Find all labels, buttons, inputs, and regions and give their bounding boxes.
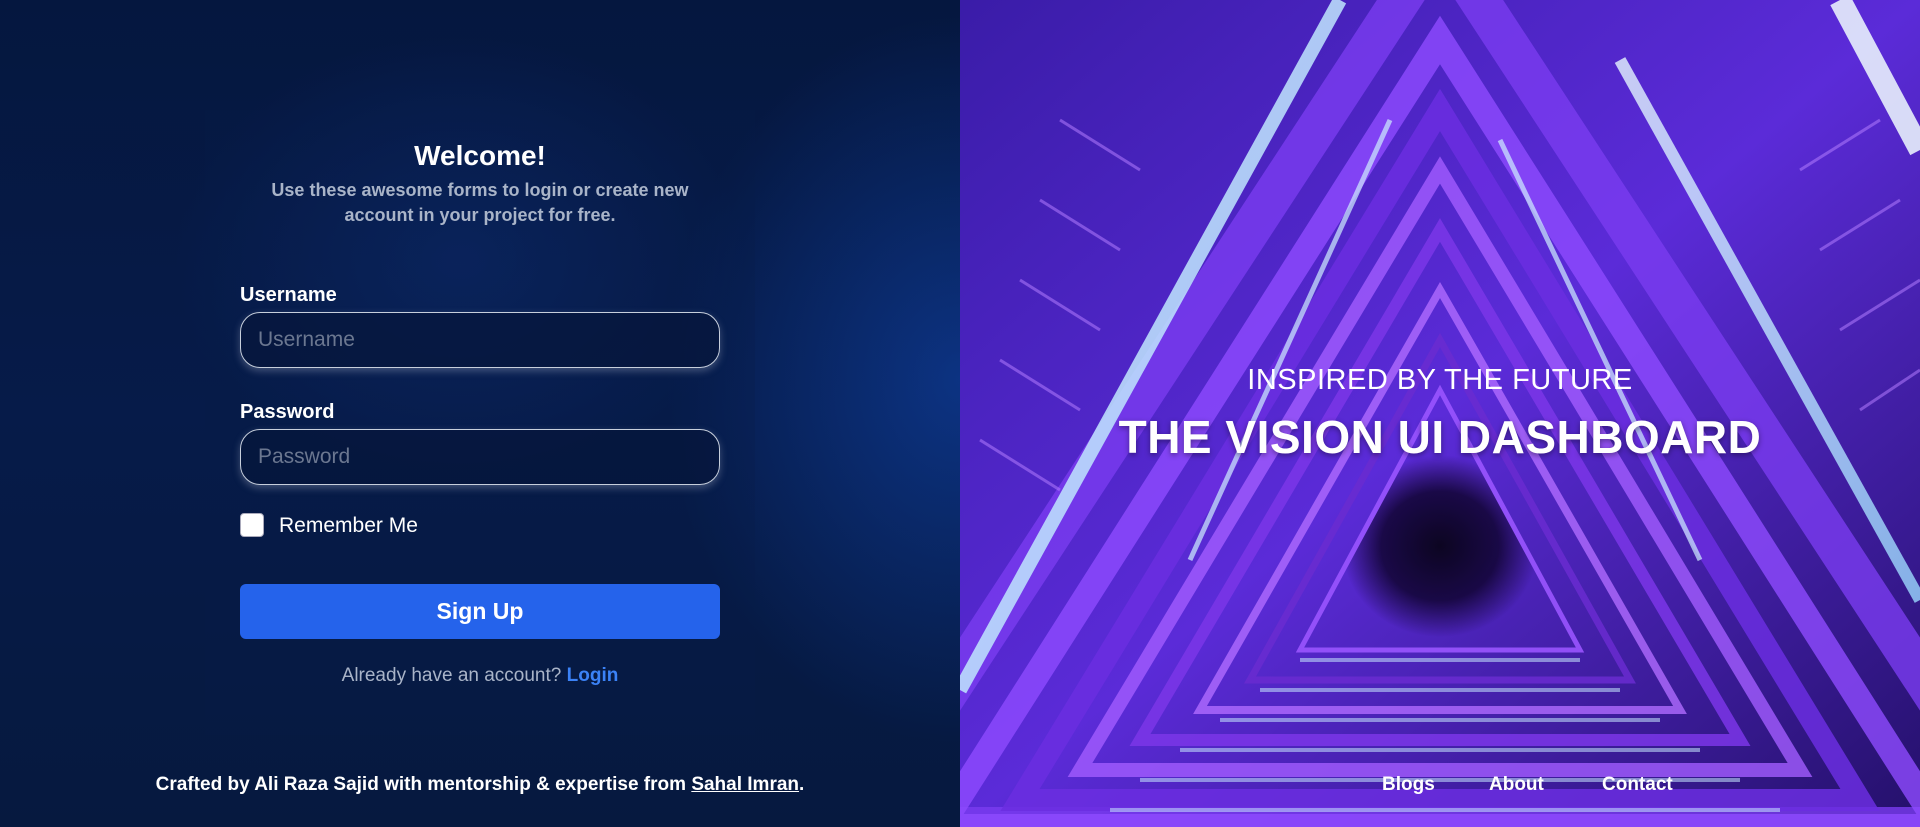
username-label: Username (240, 284, 337, 306)
credit-suffix: . (799, 774, 805, 795)
mentor-link[interactable]: Sahal Imran (691, 774, 799, 795)
password-input[interactable] (240, 429, 720, 485)
hero-title: THE VISION UI DASHBOARD (1118, 411, 1762, 463)
footer-link-blogs[interactable]: Blogs (1382, 774, 1435, 796)
signup-panel: Welcome! Use these awesome forms to logi… (0, 0, 960, 827)
username-input[interactable] (240, 312, 720, 368)
remember-me-checkbox[interactable] (240, 513, 264, 537)
hero-panel: INSPIRED BY THE FUTURE THE VISION UI DAS… (960, 0, 1920, 827)
already-account-text: Already have an account? Login (0, 665, 960, 687)
footer-link-about[interactable]: About (1489, 774, 1544, 796)
remember-me-label[interactable]: Remember Me (279, 514, 418, 538)
footer-credit: Crafted by Ali Raza Sajid with mentorshi… (0, 774, 960, 796)
login-link[interactable]: Login (567, 665, 619, 686)
page-subtitle: Use these awesome forms to login or crea… (271, 180, 689, 225)
footer-link-contact[interactable]: Contact (1602, 774, 1673, 796)
page-title: Welcome! (414, 140, 546, 171)
credit-text: Crafted by Ali Raza Sajid with mentorshi… (155, 774, 687, 795)
already-account-label: Already have an account? (341, 665, 562, 686)
sign-up-button[interactable]: Sign Up (240, 584, 720, 639)
password-label: Password (240, 401, 335, 423)
hero-eyebrow: INSPIRED BY THE FUTURE (1247, 364, 1633, 396)
